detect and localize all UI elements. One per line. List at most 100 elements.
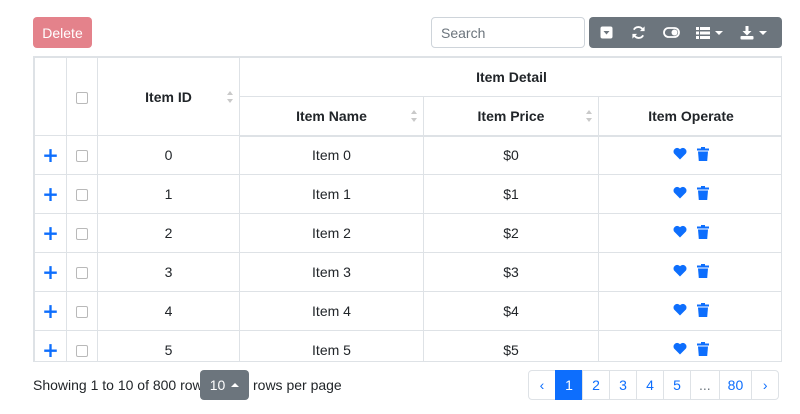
page-1-button[interactable]: 1: [555, 370, 583, 400]
like-heart-icon[interactable]: [673, 147, 687, 163]
item-price-header-label: Item Price: [477, 107, 545, 124]
expand-row-button[interactable]: +: [42, 143, 59, 167]
detail-view-header: [34, 57, 67, 136]
item-id-cell: 0: [97, 135, 240, 175]
item-id-cell: 3: [97, 252, 240, 292]
chevron-down-icon: [715, 30, 723, 35]
like-heart-icon[interactable]: [673, 264, 687, 280]
item-operate-cell: [598, 291, 781, 331]
columns-dropdown-button[interactable]: [688, 17, 731, 48]
select-cell: [66, 135, 98, 175]
page-size-value: 10: [209, 377, 226, 393]
data-table: Item ID Item Detail Item Name Item Price…: [33, 56, 782, 362]
table-row: +2 Item 2 $2: [34, 213, 781, 253]
trash-icon[interactable]: [697, 302, 709, 320]
select-cell: [66, 291, 98, 331]
row-checkbox[interactable]: [76, 150, 88, 163]
expand-cell: +: [34, 174, 67, 214]
page-next-button[interactable]: ›: [751, 370, 780, 400]
page-5-button[interactable]: 5: [663, 370, 691, 400]
page-prev-button[interactable]: ‹: [528, 370, 556, 400]
pagination-info: Showing 1 to 10 of 800 rows: [33, 377, 210, 393]
item-name-cell: Item 3: [239, 252, 424, 292]
expand-row-button[interactable]: +: [42, 338, 59, 361]
page-3-button[interactable]: 3: [609, 370, 637, 400]
expand-cell: +: [34, 252, 67, 292]
delete-button[interactable]: Delete: [33, 17, 92, 48]
item-id-cell: 2: [97, 213, 240, 253]
page-2-button[interactable]: 2: [582, 370, 610, 400]
search-input[interactable]: [431, 17, 585, 48]
item-id-header[interactable]: Item ID: [97, 57, 240, 136]
rows-per-page-label: rows per page: [253, 377, 342, 393]
item-price-cell: $5: [423, 330, 599, 361]
refresh-button[interactable]: [623, 17, 654, 48]
trash-icon[interactable]: [697, 341, 709, 359]
table-row: +1 Item 1 $1: [34, 174, 781, 214]
pagination-toggle-button[interactable]: [589, 17, 623, 48]
trash-icon[interactable]: [697, 224, 709, 242]
item-name-cell: Item 1: [239, 174, 424, 214]
select-cell: [66, 213, 98, 253]
item-operate-cell: [598, 135, 781, 175]
item-id-cell: 4: [97, 291, 240, 331]
chevron-down-icon: [759, 30, 767, 35]
row-checkbox[interactable]: [76, 189, 88, 202]
table-row: +4 Item 4 $4: [34, 291, 781, 331]
select-cell: [66, 330, 98, 361]
table-row: +3 Item 3 $3: [34, 252, 781, 292]
table-row: +5 Item 5 $5: [34, 330, 781, 361]
item-name-header-label: Item Name: [296, 107, 367, 124]
export-dropdown-button[interactable]: [731, 17, 776, 48]
expand-row-button[interactable]: +: [42, 260, 59, 284]
item-id-header-label: Item ID: [145, 88, 192, 105]
item-price-cell: $3: [423, 252, 599, 292]
item-name-cell: Item 4: [239, 291, 424, 331]
item-operate-cell: [598, 252, 781, 292]
toolbar-button-group: [589, 17, 782, 48]
item-price-header[interactable]: Item Price: [423, 96, 599, 137]
toolbar: Delete: [33, 17, 782, 48]
select-all-checkbox[interactable]: [76, 91, 88, 104]
like-heart-icon[interactable]: [673, 186, 687, 202]
expand-row-button[interactable]: +: [42, 299, 59, 323]
row-checkbox[interactable]: [76, 306, 88, 319]
trash-icon[interactable]: [697, 146, 709, 164]
export-icon: [740, 25, 754, 40]
item-name-cell: Item 2: [239, 213, 424, 253]
toggle-view-icon: [662, 27, 680, 38]
page-size-dropdown[interactable]: 10: [200, 370, 249, 400]
row-checkbox[interactable]: [76, 345, 88, 358]
item-price-cell: $0: [423, 135, 599, 175]
like-heart-icon[interactable]: [673, 225, 687, 241]
item-operate-cell: [598, 330, 781, 361]
trash-icon[interactable]: [697, 185, 709, 203]
like-heart-icon[interactable]: [673, 303, 687, 319]
sort-icon: [586, 109, 593, 122]
item-operate-cell: [598, 213, 781, 253]
like-heart-icon[interactable]: [673, 342, 687, 358]
item-price-cell: $2: [423, 213, 599, 253]
item-id-cell: 5: [97, 330, 240, 361]
expand-row-button[interactable]: +: [42, 182, 59, 206]
expand-row-button[interactable]: +: [42, 221, 59, 245]
page-4-button[interactable]: 4: [636, 370, 664, 400]
refresh-icon: [631, 25, 646, 40]
item-detail-header: Item Detail: [239, 57, 781, 97]
trash-icon[interactable]: [697, 263, 709, 281]
item-id-cell: 1: [97, 174, 240, 214]
expand-cell: +: [34, 330, 67, 361]
select-cell: [66, 174, 98, 214]
row-checkbox[interactable]: [76, 267, 88, 280]
item-name-header[interactable]: Item Name: [239, 96, 424, 137]
sort-icon: [227, 90, 234, 103]
chevron-up-icon: [231, 383, 240, 387]
row-checkbox[interactable]: [76, 228, 88, 241]
page-80-button[interactable]: 80: [718, 370, 753, 400]
toggle-view-button[interactable]: [654, 17, 688, 48]
table-footer: Showing 1 to 10 of 800 rows 10 rows per …: [33, 370, 782, 400]
item-name-cell: Item 0: [239, 135, 424, 175]
item-price-cell: $1: [423, 174, 599, 214]
sort-icon: [411, 109, 418, 122]
table-row: +0 Item 0 $0: [34, 135, 781, 175]
